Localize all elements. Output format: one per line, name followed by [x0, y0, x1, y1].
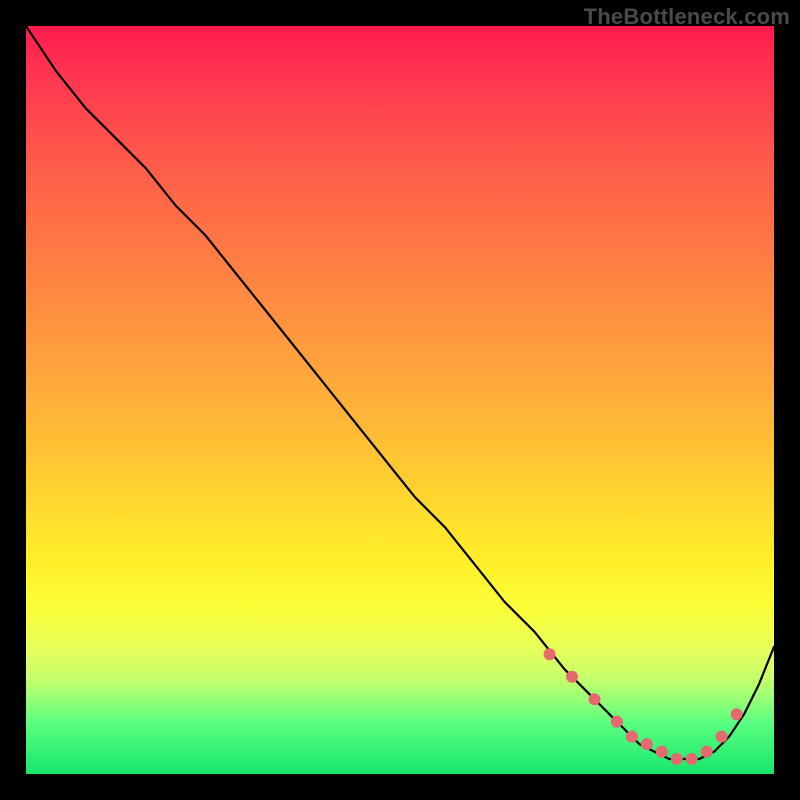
- marker-point: [716, 731, 728, 743]
- marker-point: [656, 746, 668, 758]
- highlight-markers: [544, 648, 743, 765]
- bottleneck-curve: [26, 26, 774, 759]
- plot-area: [26, 26, 774, 774]
- marker-point: [686, 753, 698, 765]
- marker-point: [701, 746, 713, 758]
- marker-point: [589, 693, 601, 705]
- marker-point: [626, 731, 638, 743]
- marker-point: [641, 738, 653, 750]
- marker-point: [731, 708, 743, 720]
- marker-point: [544, 648, 556, 660]
- marker-point: [671, 753, 683, 765]
- chart-frame: TheBottleneck.com: [0, 0, 800, 800]
- watermark-text: TheBottleneck.com: [584, 4, 790, 30]
- curve-layer: [26, 26, 774, 774]
- marker-point: [611, 716, 623, 728]
- marker-point: [566, 671, 578, 683]
